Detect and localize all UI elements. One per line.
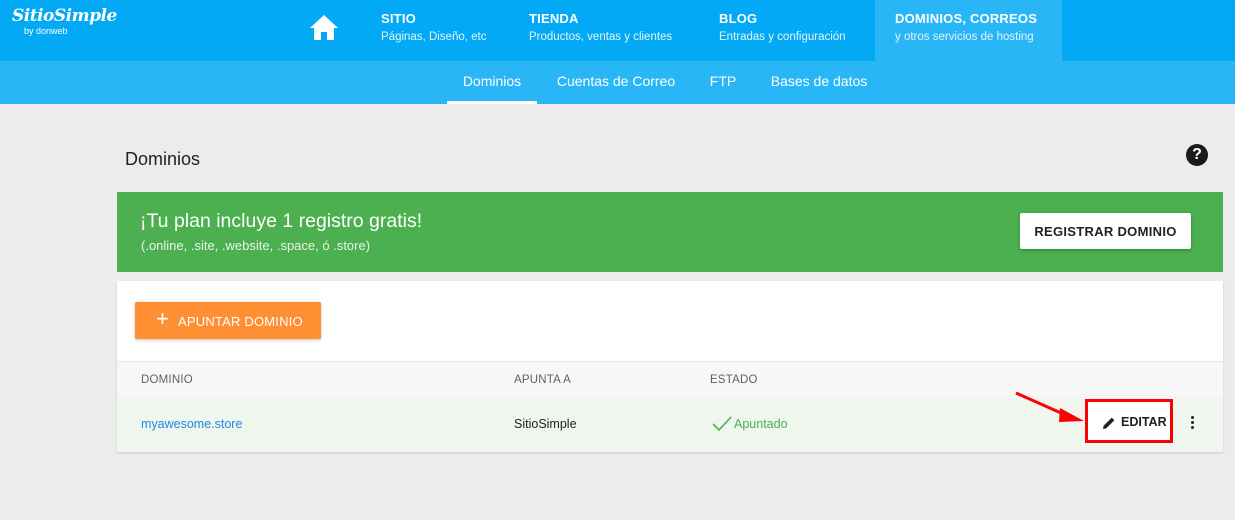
domains-card: + APUNTAR DOMINIO DOMINIO APUNTA A ESTAD… [117, 281, 1223, 452]
column-header-points-to: APUNTA A [514, 374, 571, 386]
nav-subtitle: y otros servicios de hosting [895, 31, 1034, 43]
logo-subtext: by donweb [24, 26, 68, 36]
red-arrow-annotation [1015, 391, 1084, 422]
help-icon[interactable]: ? [1186, 144, 1208, 166]
status-text: Apuntado [734, 417, 788, 431]
tab-ftp[interactable]: FTP [698, 61, 748, 104]
nav-title: BLOG [719, 11, 758, 26]
nav-subtitle: Páginas, Diseño, etc [381, 31, 487, 43]
point-domain-button[interactable]: + APUNTAR DOMINIO [135, 302, 321, 339]
nav-sitio[interactable]: SITIO Páginas, Diseño, etc [365, 0, 505, 61]
home-icon[interactable] [306, 10, 342, 46]
sub-navbar: Dominios Cuentas de Correo FTP Bases de … [0, 61, 1235, 104]
check-icon [711, 415, 733, 433]
more-options-icon[interactable] [1185, 414, 1199, 432]
page-title: Dominios [125, 149, 201, 169]
logo-text: SitioSimple [12, 6, 117, 26]
top-navbar: SitioSimple by donweb SITIO Páginas, Dis… [0, 0, 1235, 61]
nav-title: SITIO [381, 11, 416, 26]
pencil-icon [1101, 415, 1117, 431]
nav-subtitle: Entradas y configuración [719, 31, 846, 43]
tab-cuentas-de-correo[interactable]: Cuentas de Correo [548, 61, 684, 104]
edit-button[interactable]: EDITAR [1085, 399, 1173, 443]
column-header-status: ESTADO [710, 374, 758, 386]
logo[interactable]: SitioSimple by donweb [12, 6, 117, 36]
nav-blog[interactable]: BLOG Entradas y configuración [703, 0, 873, 61]
point-domain-label: APUNTAR DOMINIO [178, 314, 303, 329]
nav-title: DOMINIOS, CORREOS [895, 11, 1038, 26]
banner-subtext: (.online, .site, .website, .space, ó .st… [141, 238, 371, 253]
domain-link[interactable]: myawesome.store [141, 417, 242, 431]
plus-icon: + [156, 306, 169, 331]
nav-title: TIENDA [529, 11, 579, 26]
promo-banner: ¡Tu plan incluye 1 registro gratis! (.on… [117, 192, 1223, 272]
edit-label: EDITAR [1121, 415, 1167, 429]
nav-subtitle: Productos, ventas y clientes [529, 31, 673, 43]
nav-dominios[interactable]: DOMINIOS, CORREOS y otros servicios de h… [875, 0, 1062, 61]
column-header-domain: DOMINIO [141, 374, 193, 386]
nav-tienda[interactable]: TIENDA Productos, ventas y clientes [513, 0, 693, 61]
tab-dominios[interactable]: Dominios [447, 61, 537, 104]
banner-heading: ¡Tu plan incluye 1 registro gratis! [140, 210, 423, 232]
points-to-value: SitioSimple [514, 417, 577, 431]
tab-bases-de-datos[interactable]: Bases de datos [760, 61, 878, 104]
register-domain-button[interactable]: REGISTRAR DOMINIO [1020, 213, 1191, 249]
